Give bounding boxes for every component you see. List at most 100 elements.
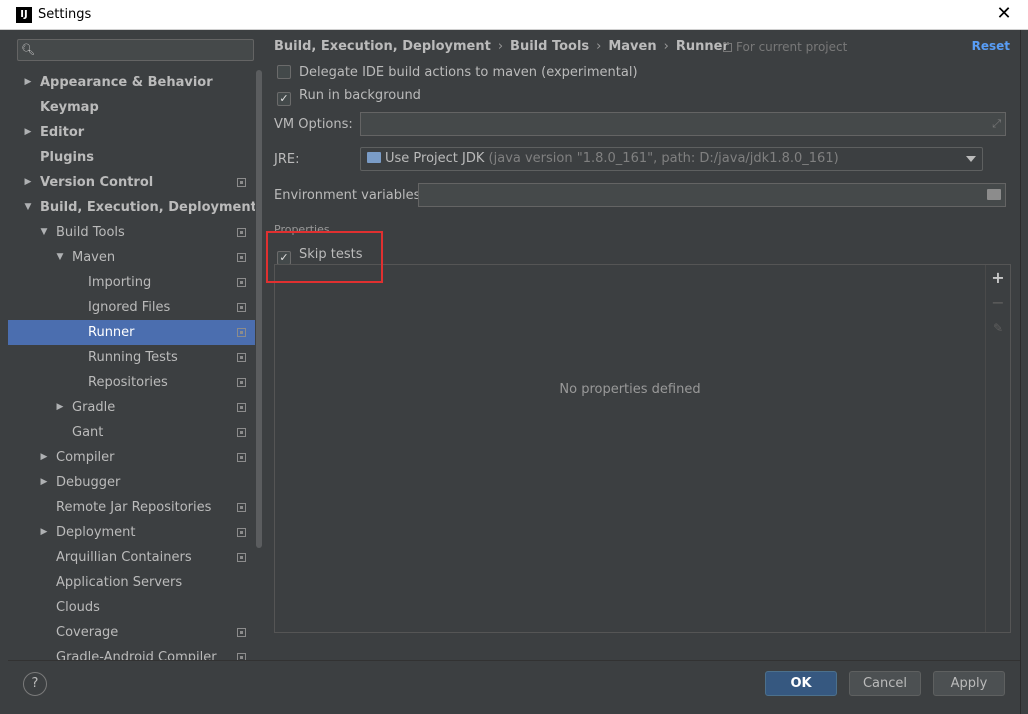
- expand-arrow-icon[interactable]: ▶: [22, 70, 34, 95]
- expand-arrow-icon[interactable]: ▶: [38, 470, 50, 495]
- expand-icon[interactable]: ⤢: [992, 117, 1001, 131]
- sidebar-item-label: Ignored Files: [88, 300, 171, 315]
- sidebar-item-repositories[interactable]: Repositories: [8, 370, 263, 395]
- sidebar-item-keymap[interactable]: Keymap: [8, 95, 263, 120]
- chevron-right-icon: ›: [663, 39, 669, 54]
- intellij-logo-icon: IJ: [16, 7, 32, 23]
- sidebar-item-build-tools[interactable]: ▼ Build Tools: [8, 220, 263, 245]
- settings-search-input[interactable]: 🔍︎: [17, 39, 254, 61]
- title-bar: IJ Settings ✕: [0, 0, 1028, 30]
- delegate-build-label: Delegate IDE build actions to maven (exp…: [299, 65, 638, 80]
- expand-arrow-icon[interactable]: ▶: [22, 120, 34, 145]
- dialog-footer: ? OK Cancel Apply: [8, 660, 1020, 714]
- sidebar-item-label: Arquillian Containers: [56, 550, 192, 565]
- chevron-down-icon: [966, 156, 976, 162]
- reset-link[interactable]: Reset: [972, 39, 1010, 53]
- properties-table[interactable]: No properties defined + − ✎: [274, 264, 1011, 633]
- sidebar-item-label: Build, Execution, Deployment: [40, 200, 257, 215]
- run-in-background-option[interactable]: ✓ Run in background: [277, 88, 421, 106]
- sidebar-item-appearance-behavior[interactable]: ▶ Appearance & Behavior: [8, 70, 263, 95]
- ok-button[interactable]: OK: [765, 671, 837, 696]
- sidebar-item-deployment[interactable]: ▶ Deployment: [8, 520, 263, 545]
- project-scope-icon: [237, 528, 246, 537]
- sidebar-item-compiler[interactable]: ▶ Compiler: [8, 445, 263, 470]
- sidebar-item-label: Importing: [88, 275, 152, 290]
- sidebar-item-running-tests[interactable]: Running Tests: [8, 345, 263, 370]
- folder-icon[interactable]: [987, 189, 1001, 200]
- project-scope-icon: [237, 553, 246, 562]
- sidebar-scrollbar[interactable]: [255, 30, 263, 660]
- sidebar-item-label: Build Tools: [56, 225, 125, 240]
- sidebar-item-label: Compiler: [56, 450, 115, 465]
- sidebar-item-gradle[interactable]: ▶ Gradle: [8, 395, 263, 420]
- delegate-build-checkbox[interactable]: [277, 65, 291, 79]
- apply-button[interactable]: Apply: [933, 671, 1005, 696]
- sidebar-item-label: Plugins: [40, 150, 94, 165]
- close-icon[interactable]: ✕: [994, 4, 1014, 24]
- sidebar-item-label: Runner: [88, 325, 135, 340]
- help-button[interactable]: ?: [23, 672, 47, 696]
- sidebar-item-maven[interactable]: ▼ Maven: [8, 245, 263, 270]
- sidebar-item-arquillian-containers[interactable]: Arquillian Containers: [8, 545, 263, 570]
- background-window-strip: [1020, 30, 1028, 714]
- sidebar-item-label: Version Control: [40, 175, 154, 190]
- for-current-project-label: For current project: [736, 40, 848, 54]
- expand-arrow-icon[interactable]: ▶: [54, 395, 66, 420]
- sidebar-item-remote-jar-repositories[interactable]: Remote Jar Repositories: [8, 495, 263, 520]
- breadcrumb-item: Build Tools: [510, 39, 590, 54]
- project-scope-icon: [237, 653, 246, 660]
- for-current-project-note: For current project: [723, 40, 847, 54]
- cancel-button[interactable]: Cancel: [849, 671, 921, 696]
- sidebar-scroll-thumb[interactable]: [256, 70, 262, 548]
- sidebar-item-gradle-android-compiler[interactable]: Gradle-Android Compiler: [8, 645, 263, 660]
- sidebar-item-importing[interactable]: Importing: [8, 270, 263, 295]
- collapse-arrow-icon[interactable]: ▼: [38, 220, 50, 245]
- sidebar-item-build-execution-deployment[interactable]: ▼ Build, Execution, Deployment: [8, 195, 263, 220]
- sidebar-item-runner[interactable]: Runner: [8, 320, 263, 345]
- skip-tests-highlight: [266, 231, 383, 283]
- jre-detail: (java version "1.8.0_161", path: D:/java…: [488, 151, 839, 166]
- collapse-arrow-icon[interactable]: ▼: [54, 245, 66, 270]
- sidebar-item-application-servers[interactable]: Application Servers: [8, 570, 263, 595]
- remove-icon[interactable]: −: [991, 295, 1005, 311]
- sidebar-item-debugger[interactable]: ▶ Debugger: [8, 470, 263, 495]
- expand-arrow-icon[interactable]: ▶: [38, 445, 50, 470]
- sidebar-item-coverage[interactable]: Coverage: [8, 620, 263, 645]
- vm-options-label: VM Options:: [274, 117, 353, 132]
- project-scope-icon: [237, 453, 246, 462]
- chevron-right-icon: ›: [596, 39, 602, 54]
- sidebar-item-editor[interactable]: ▶ Editor: [8, 120, 263, 145]
- sidebar-item-version-control[interactable]: ▶ Version Control: [8, 170, 263, 195]
- edit-icon[interactable]: ✎: [991, 321, 1005, 335]
- run-in-background-checkbox[interactable]: ✓: [277, 92, 291, 106]
- breadcrumb-item: Runner: [675, 39, 729, 54]
- project-scope-icon: [237, 353, 246, 362]
- jdk-folder-icon: [367, 152, 381, 163]
- sidebar-item-ignored-files[interactable]: Ignored Files: [8, 295, 263, 320]
- jre-selected-value: Use Project JDK: [385, 151, 485, 166]
- project-scope-icon: [237, 178, 246, 187]
- project-scope-icon: [237, 328, 246, 337]
- project-scope-icon: [237, 503, 246, 512]
- add-icon[interactable]: +: [991, 270, 1005, 286]
- expand-arrow-icon[interactable]: ▶: [22, 170, 34, 195]
- properties-toolbar: + − ✎: [985, 265, 1010, 632]
- sidebar-item-clouds[interactable]: Clouds: [8, 595, 263, 620]
- run-in-background-label: Run in background: [299, 88, 421, 103]
- window-title: Settings: [38, 7, 92, 22]
- vm-options-input[interactable]: ⤢: [360, 112, 1006, 136]
- expand-arrow-icon[interactable]: ▶: [38, 520, 50, 545]
- environment-variables-input[interactable]: [418, 183, 1006, 207]
- settings-tree: ▶ Appearance & Behavior Keymap ▶ Editor Plugi…: [8, 70, 263, 660]
- sidebar-item-label: Deployment: [56, 525, 136, 540]
- delegate-build-option[interactable]: Delegate IDE build actions to maven (exp…: [277, 65, 638, 80]
- collapse-arrow-icon[interactable]: ▼: [22, 195, 34, 220]
- project-scope-icon: [237, 303, 246, 312]
- sidebar-item-label: Keymap: [40, 100, 99, 115]
- sidebar-item-plugins[interactable]: Plugins: [8, 145, 263, 170]
- sidebar-item-label: Application Servers: [56, 575, 183, 590]
- sidebar-item-gant[interactable]: Gant: [8, 420, 263, 445]
- sidebar-item-label: Appearance & Behavior: [40, 75, 213, 90]
- settings-sidebar: 🔍︎ ▶ Appearance & Behavior Keymap ▶ Editor Pl…: [8, 30, 263, 660]
- jre-select[interactable]: Use Project JDK (java version "1.8.0_161…: [360, 147, 983, 171]
